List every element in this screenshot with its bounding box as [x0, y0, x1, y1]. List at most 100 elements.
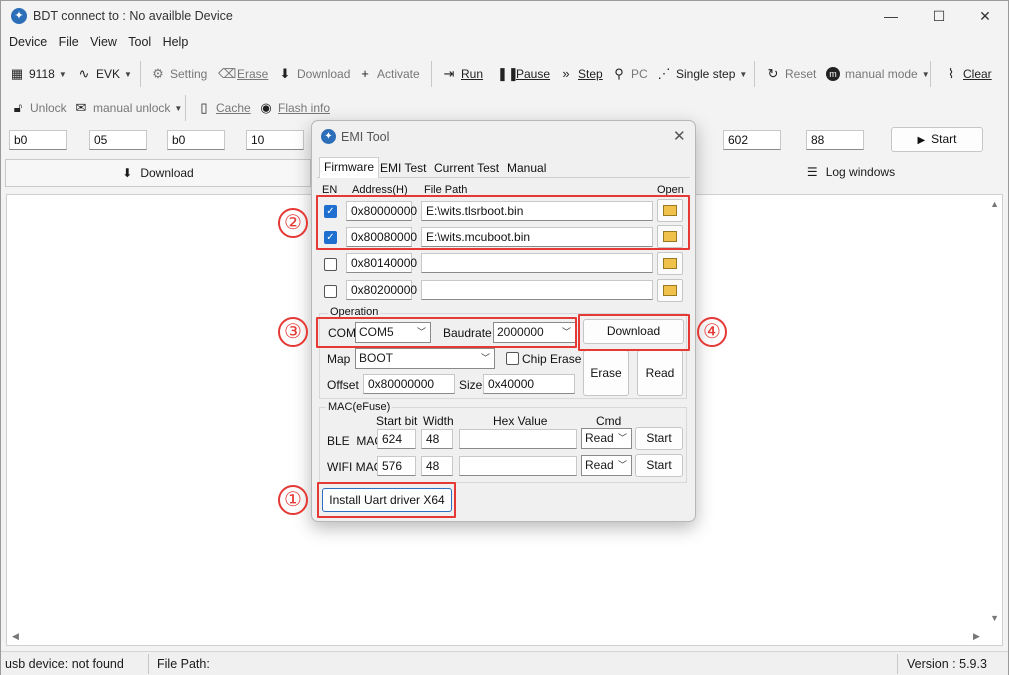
callout-number-1: ① [278, 485, 308, 515]
dialog-close-icon[interactable]: ✕ [673, 127, 686, 145]
erase-button[interactable]: ⌫ Erase [218, 63, 268, 85]
ble-start-button[interactable]: Start [635, 427, 683, 450]
wave-icon: ∿ [78, 66, 90, 81]
minimize-button[interactable]: — [869, 5, 913, 29]
close-button[interactable]: ✕ [963, 5, 1007, 29]
ble-hex-field[interactable] [459, 429, 577, 449]
callout-box-2 [316, 195, 690, 250]
map-label: Map [327, 352, 351, 366]
wifi-start-button[interactable]: Start [635, 454, 683, 477]
log-pane-tab[interactable]: ☰ Log windows [696, 159, 1006, 187]
status-divider [148, 654, 149, 674]
wifi-hex-field[interactable] [459, 456, 577, 476]
start-button[interactable]: ▶ Start [891, 127, 983, 152]
open-folder-icon[interactable] [657, 252, 683, 275]
step-button[interactable]: » Step [559, 63, 602, 85]
file-path-field[interactable] [421, 253, 653, 273]
play-icon: ▶ [917, 135, 926, 146]
download-button[interactable]: ⬇ Download [278, 63, 351, 85]
menu-help[interactable]: Help [163, 35, 189, 49]
erase-button[interactable]: Erase [583, 350, 629, 396]
size-field[interactable]: 0x40000 [483, 374, 575, 394]
tab-current-test[interactable]: Current Test [430, 159, 503, 178]
size-label: Size [459, 378, 483, 392]
cmd-header: Cmd [596, 414, 622, 428]
field-4[interactable]: 10 [246, 130, 304, 150]
scroll-left-icon[interactable]: ◀ [12, 631, 19, 642]
run-button[interactable]: ⇥ Run [442, 63, 483, 85]
gear-icon: ⚙ [152, 66, 164, 81]
tab-emi-test[interactable]: EMI Test [376, 159, 430, 178]
callout-box-3 [316, 317, 577, 348]
scroll-down-icon[interactable]: ▼ [990, 613, 999, 623]
menu-file[interactable]: File [59, 35, 79, 49]
window-title: BDT connect to : No availble Device [33, 9, 233, 23]
chip-erase-label: Chip Erase [522, 352, 582, 366]
cache-icon: ▯ [200, 100, 208, 115]
download-pane-tab[interactable]: ⬇ Download [5, 159, 311, 187]
callout-number-3: ③ [278, 317, 308, 347]
field-1[interactable]: b0 [9, 130, 67, 150]
callout-box-4 [578, 314, 690, 351]
tab-firmware[interactable]: Firmware [319, 157, 379, 178]
wifi-cmd-select[interactable]: Read ﹀ [581, 455, 632, 476]
wifi-start-bit-field[interactable]: 576 [377, 456, 416, 476]
field-6[interactable]: 88 [806, 130, 864, 150]
mac-group-label: MAC(eFuse) [326, 401, 393, 413]
toolbar-separator [140, 61, 141, 87]
chip-select[interactable]: ▦ 9118 ▼ [10, 63, 67, 85]
pause-button[interactable]: ❚❚ Pause [497, 63, 550, 85]
wifi-width-field[interactable]: 48 [421, 456, 453, 476]
unlock-button[interactable]: 🔓︎ Unlock [11, 97, 67, 119]
ble-start-bit-field[interactable]: 624 [377, 429, 416, 449]
scroll-up-icon[interactable]: ▲ [990, 199, 999, 209]
menu-view[interactable]: View [90, 35, 117, 49]
dialog-logo-icon: ✦ [321, 129, 336, 144]
ble-width-field[interactable]: 48 [421, 429, 453, 449]
reset-button[interactable]: ↻ Reset [766, 63, 817, 85]
single-step-select[interactable]: ⋰ Single step ▼ [657, 63, 748, 85]
manual-unlock-select[interactable]: ✉ manual unlock ▼ [74, 97, 183, 119]
eraser-icon: ⌫ [218, 66, 237, 81]
chevron-down-icon: ﹀ [480, 353, 490, 363]
offset-field[interactable]: 0x80000000 [363, 374, 455, 394]
chip-erase-checkbox[interactable] [506, 352, 519, 365]
menu-device[interactable]: Device [9, 35, 47, 49]
chevron-down-icon: ﹀ [617, 460, 627, 470]
menu-bar: Device File View Tool Help [1, 35, 188, 55]
address-field[interactable]: 0x80140000 [346, 253, 417, 273]
address-field[interactable]: 0x80200000 [346, 280, 417, 300]
reset-icon: ↻ [767, 66, 779, 81]
setting-button[interactable]: ⚙ Setting [151, 63, 207, 85]
manual-mode-select[interactable]: m manual mode ▼ [826, 63, 930, 85]
search-icon: ⚲ [614, 66, 624, 81]
menu-tool[interactable]: Tool [128, 35, 151, 49]
maximize-button[interactable]: ☐ [917, 5, 961, 29]
tab-manual[interactable]: Manual [503, 159, 550, 178]
status-bar: usb device: not found File Path: Version… [1, 651, 1008, 675]
run-icon: ⇥ [443, 66, 455, 81]
map-select[interactable]: BOOT ﹀ [355, 348, 495, 369]
toolbar-separator [431, 61, 432, 87]
open-folder-icon[interactable] [657, 279, 683, 302]
enable-checkbox[interactable] [324, 258, 337, 271]
cache-button[interactable]: ▯ Cache [197, 97, 250, 119]
scroll-right-icon[interactable]: ▶ [973, 631, 980, 642]
ble-cmd-select[interactable]: Read ﹀ [581, 428, 632, 449]
clear-button[interactable]: ⌇ Clear [944, 63, 992, 85]
read-button[interactable]: Read [637, 350, 683, 396]
chevron-down-icon: ﹀ [617, 433, 627, 443]
hex-value-header: Hex Value [493, 414, 548, 428]
enable-checkbox[interactable] [324, 285, 337, 298]
field-3[interactable]: b0 [167, 130, 225, 150]
offset-label: Offset [327, 378, 359, 392]
activate-button[interactable]: + Activate [358, 63, 419, 85]
field-2[interactable]: 05 [89, 130, 147, 150]
flash-info-button[interactable]: ◉ Flash info [259, 97, 330, 119]
file-path-field[interactable] [421, 280, 653, 300]
board-select[interactable]: ∿ EVK ▼ [77, 63, 132, 85]
toolbar-separator [185, 95, 186, 121]
field-5[interactable]: 602 [723, 130, 781, 150]
pc-button[interactable]: ⚲ PC [612, 63, 647, 85]
callout-box-1 [317, 482, 456, 518]
